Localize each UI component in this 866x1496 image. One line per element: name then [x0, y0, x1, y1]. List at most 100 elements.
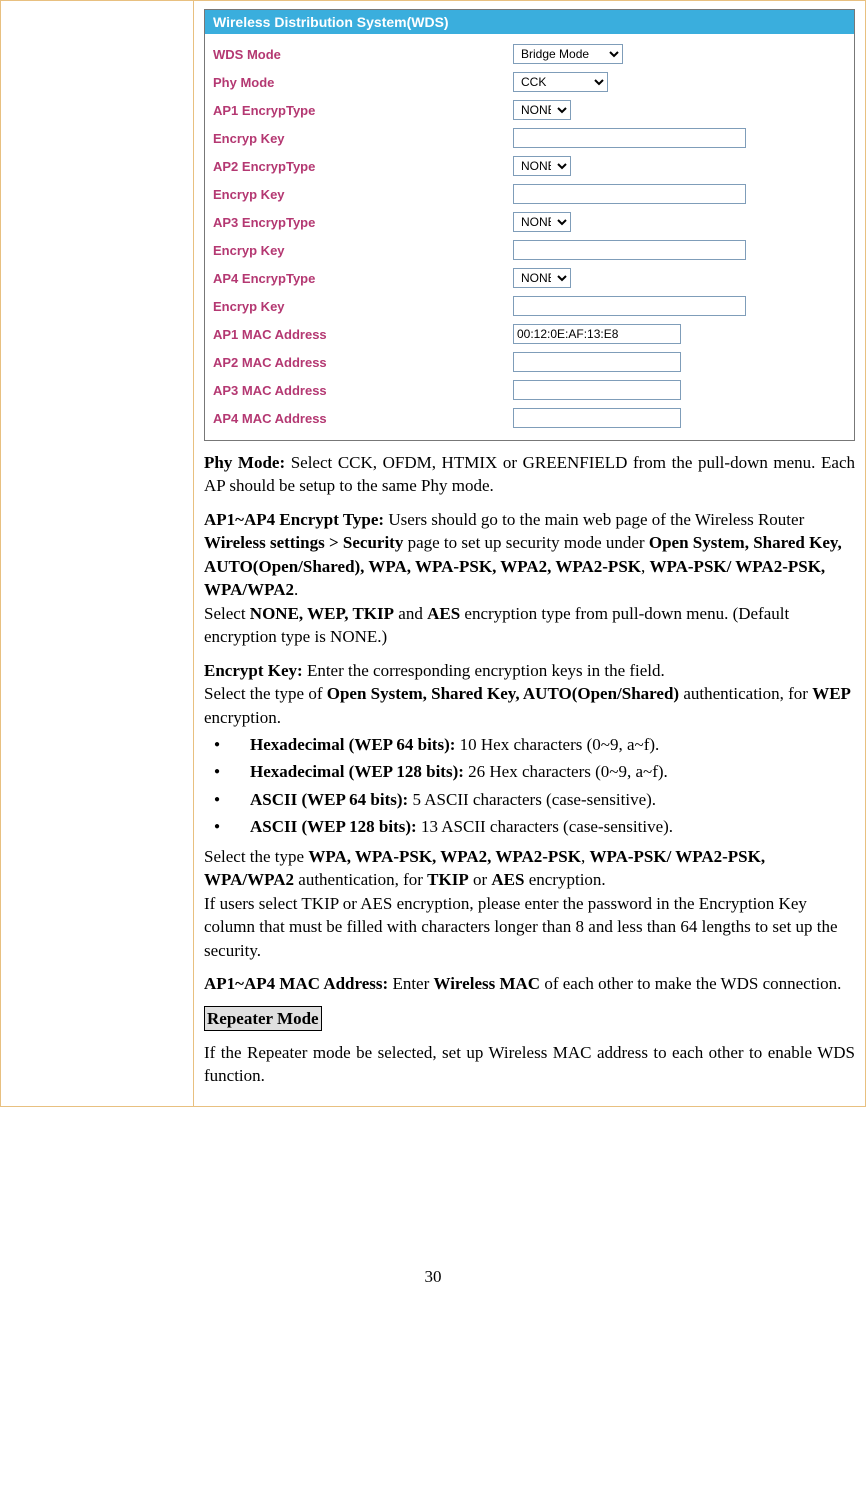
- list-item: ASCII (WEP 64 bits): 5 ASCII characters …: [232, 788, 855, 811]
- label-ap3-mac: AP3 MAC Address: [213, 383, 513, 398]
- bold-sel-1: WPA, WPA-PSK, WPA2, WPA2-PSK: [308, 847, 581, 866]
- text-mac-2: of each other to make the WDS connection…: [540, 974, 841, 993]
- bullet-bold: ASCII (WEP 64 bits):: [250, 790, 408, 809]
- wds-row-ap3-enc-type: AP3 EncrypType NONE: [213, 208, 846, 236]
- label-ap1-enc-type: AP1 EncrypType: [213, 103, 513, 118]
- bold-ap-enc-1: AP1~AP4 Encrypt Type:: [204, 510, 384, 529]
- select-phy-mode[interactable]: CCK: [513, 72, 608, 92]
- text-ek-3: authentication, for: [679, 684, 812, 703]
- select-wds-mode[interactable]: Bridge Mode: [513, 44, 623, 64]
- para-mac-address: AP1~AP4 MAC Address: Enter Wireless MAC …: [204, 972, 855, 995]
- wds-panel-header: Wireless Distribution System(WDS): [205, 10, 854, 34]
- wds-row-wds-mode: WDS Mode Bridge Mode: [213, 40, 846, 68]
- para-select-wpa: Select the type WPA, WPA-PSK, WPA2, WPA2…: [204, 845, 855, 962]
- label-phy-mode: Phy Mode: [213, 75, 513, 90]
- page-number: 30: [0, 1267, 866, 1287]
- label-ap4-mac: AP4 MAC Address: [213, 411, 513, 426]
- bold-phy-mode: Phy Mode:: [204, 453, 285, 472]
- wds-row-ap1-enc-type: AP1 EncrypType NONE: [213, 96, 846, 124]
- input-ap1-mac[interactable]: [513, 324, 681, 344]
- text-sel-4: or: [469, 870, 492, 889]
- left-empty-cell: [1, 1, 194, 1107]
- doc-text: Phy Mode: Select CCK, OFDM, HTMIX or GRE…: [204, 451, 855, 1088]
- wds-row-enc-key-2: Encryp Key: [213, 180, 846, 208]
- text-mac-1: Enter: [388, 974, 433, 993]
- wds-row-ap4-mac: AP4 MAC Address: [213, 404, 846, 432]
- label-ap4-enc-type: AP4 EncrypType: [213, 271, 513, 286]
- text-ap-enc-4: .: [294, 580, 298, 599]
- bullet-bold: Hexadecimal (WEP 128 bits):: [250, 762, 464, 781]
- bullet-text: 13 ASCII characters (case-sensitive).: [417, 817, 673, 836]
- text-sel-1: Select the type: [204, 847, 308, 866]
- wds-row-ap4-enc-type: AP4 EncrypType NONE: [213, 264, 846, 292]
- list-item: ASCII (WEP 128 bits): 13 ASCII character…: [232, 815, 855, 838]
- para-ap-encrypt-type: AP1~AP4 Encrypt Type: Users should go to…: [204, 508, 855, 649]
- para-phy-mode: Phy Mode: Select CCK, OFDM, HTMIX or GRE…: [204, 451, 855, 498]
- text-sel-3: authentication, for: [294, 870, 427, 889]
- label-ap2-mac: AP2 MAC Address: [213, 355, 513, 370]
- bold-sel-3: TKIP: [427, 870, 469, 889]
- content-cell: Wireless Distribution System(WDS) WDS Mo…: [194, 1, 866, 1107]
- input-enc-key-4[interactable]: [513, 296, 746, 316]
- label-enc-key-3: Encryp Key: [213, 243, 513, 258]
- input-enc-key-2[interactable]: [513, 184, 746, 204]
- text-ap-enc-2: page to set up security mode under: [403, 533, 649, 552]
- bold-mac-1: AP1~AP4 MAC Address:: [204, 974, 388, 993]
- bullet-text: 10 Hex characters (0~9, a~f).: [455, 735, 659, 754]
- input-enc-key-1[interactable]: [513, 128, 746, 148]
- wds-row-enc-key-1: Encryp Key: [213, 124, 846, 152]
- text-ap-enc-6: and: [394, 604, 427, 623]
- bullet-text: 26 Hex characters (0~9, a~f).: [464, 762, 668, 781]
- label-enc-key-2: Encryp Key: [213, 187, 513, 202]
- bold-mac-2: Wireless MAC: [434, 974, 541, 993]
- wds-panel-body: WDS Mode Bridge Mode Phy Mode CCK AP1 En…: [205, 34, 854, 440]
- page: Wireless Distribution System(WDS) WDS Mo…: [0, 0, 866, 1287]
- select-ap2-enc-type[interactable]: NONE: [513, 156, 571, 176]
- wds-row-ap2-enc-type: AP2 EncrypType NONE: [213, 152, 846, 180]
- input-enc-key-3[interactable]: [513, 240, 746, 260]
- bold-ap-enc-6: AES: [427, 604, 460, 623]
- label-enc-key-1: Encryp Key: [213, 131, 513, 146]
- wds-panel: Wireless Distribution System(WDS) WDS Mo…: [204, 9, 855, 441]
- bold-ek-2: Open System, Shared Key, AUTO(Open/Share…: [327, 684, 679, 703]
- select-ap4-enc-type[interactable]: NONE: [513, 268, 571, 288]
- para-encrypt-key: Encrypt Key: Enter the corresponding enc…: [204, 659, 855, 729]
- repeater-heading-wrap: Repeater Mode: [204, 1006, 855, 1031]
- bold-sel-4: AES: [491, 870, 524, 889]
- select-ap3-enc-type[interactable]: NONE: [513, 212, 571, 232]
- bullet-bold: ASCII (WEP 128 bits):: [250, 817, 417, 836]
- text-phy-mode: Select CCK, OFDM, HTMIX or GREENFIELD fr…: [204, 453, 855, 495]
- layout-table: Wireless Distribution System(WDS) WDS Mo…: [0, 0, 866, 1107]
- label-ap1-mac: AP1 MAC Address: [213, 327, 513, 342]
- label-enc-key-4: Encryp Key: [213, 299, 513, 314]
- repeater-mode-heading: Repeater Mode: [204, 1006, 322, 1031]
- label-ap3-enc-type: AP3 EncrypType: [213, 215, 513, 230]
- bold-ek-1: Encrypt Key:: [204, 661, 303, 680]
- input-ap4-mac[interactable]: [513, 408, 681, 428]
- list-item: Hexadecimal (WEP 64 bits): 10 Hex charac…: [232, 733, 855, 756]
- input-ap3-mac[interactable]: [513, 380, 681, 400]
- text-ek-2: Select the type of: [204, 684, 327, 703]
- wds-row-phy-mode: Phy Mode CCK: [213, 68, 846, 96]
- bold-ek-3: WEP: [812, 684, 851, 703]
- wds-row-ap1-mac: AP1 MAC Address: [213, 320, 846, 348]
- text-sel-5: encryption.: [524, 870, 605, 889]
- wds-row-enc-key-3: Encryp Key: [213, 236, 846, 264]
- para-repeater: If the Repeater mode be selected, set up…: [204, 1041, 855, 1088]
- label-wds-mode: WDS Mode: [213, 47, 513, 62]
- list-item: Hexadecimal (WEP 128 bits): 26 Hex chara…: [232, 760, 855, 783]
- text-ap-enc-5: Select: [204, 604, 250, 623]
- text-ap-enc-3: ,: [641, 557, 650, 576]
- wds-row-ap3-mac: AP3 MAC Address: [213, 376, 846, 404]
- text-ek-4: encryption.: [204, 708, 281, 727]
- bullet-bold: Hexadecimal (WEP 64 bits):: [250, 735, 455, 754]
- bullet-list-wep: Hexadecimal (WEP 64 bits): 10 Hex charac…: [204, 733, 855, 839]
- bullet-text: 5 ASCII characters (case-sensitive).: [408, 790, 656, 809]
- text-ap-enc-1: Users should go to the main web page of …: [384, 510, 804, 529]
- wds-row-enc-key-4: Encryp Key: [213, 292, 846, 320]
- input-ap2-mac[interactable]: [513, 352, 681, 372]
- select-ap1-enc-type[interactable]: NONE: [513, 100, 571, 120]
- text-ek-1: Enter the corresponding encryption keys …: [303, 661, 665, 680]
- wds-row-ap2-mac: AP2 MAC Address: [213, 348, 846, 376]
- text-sel-6: If users select TKIP or AES encryption, …: [204, 894, 838, 960]
